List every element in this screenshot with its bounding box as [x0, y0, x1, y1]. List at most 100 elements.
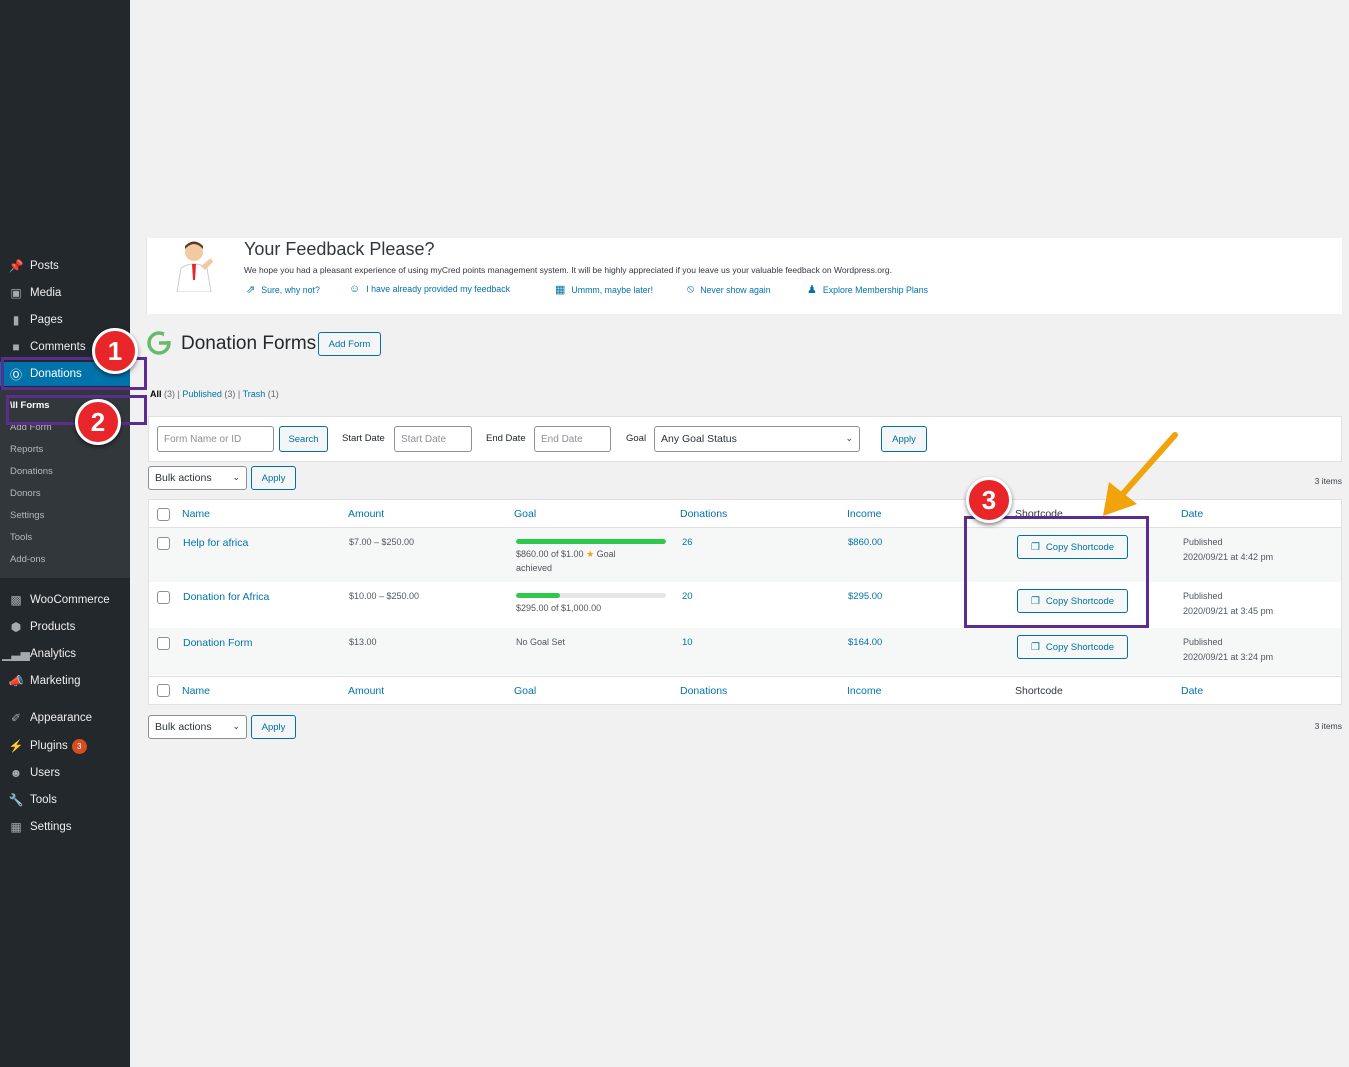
view-trash[interactable]: Trash	[243, 389, 266, 399]
feedback-later-link[interactable]: ▦ Ummm, maybe later!	[555, 283, 653, 296]
bulk-actions-select-bottom[interactable]: Bulk actions ⌄	[148, 715, 247, 739]
column-name-footer[interactable]: Name	[182, 685, 210, 697]
form-amount: $13.00	[349, 637, 377, 647]
row-checkbox[interactable]	[157, 637, 170, 650]
menu-woocommerce[interactable]: ▩ WooCommerce	[0, 588, 130, 612]
bulk-apply-button-top[interactable]: Apply	[251, 466, 296, 490]
column-amount[interactable]: Amount	[348, 508, 384, 520]
row-checkbox[interactable]	[157, 537, 170, 550]
link-label: Never show again	[700, 284, 771, 295]
menu-settings[interactable]: ▦ Settings	[0, 815, 130, 839]
column-income[interactable]: Income	[847, 508, 881, 520]
items-count-bottom: 3 items	[1314, 721, 1342, 731]
view-all[interactable]: All	[150, 389, 162, 399]
income-link[interactable]: $860.00	[848, 537, 882, 548]
goal-text: No Goal Set	[516, 637, 566, 647]
form-amount: $10.00 – $250.00	[349, 591, 420, 601]
menu-appearance[interactable]: ✐ Appearance	[0, 706, 130, 730]
select-all-checkbox[interactable]	[157, 508, 170, 521]
menu-products[interactable]: ⬢ Products	[0, 615, 130, 639]
form-status: Published	[1183, 637, 1223, 647]
goal-progress-fill	[516, 539, 666, 544]
bulk-actions-select-top[interactable]: Bulk actions ⌄	[148, 466, 247, 490]
submenu-tools[interactable]: Tools	[10, 532, 32, 543]
feedback-sure-link[interactable]: ⇗ Sure, why not?	[246, 283, 320, 296]
form-search-input[interactable]: Form Name or ID	[157, 426, 274, 452]
users-icon: ☻	[9, 766, 23, 780]
feedback-never-link[interactable]: ⦸ Never show again	[687, 283, 771, 296]
column-amount-footer[interactable]: Amount	[348, 685, 384, 697]
form-name-link[interactable]: Donation for Africa	[183, 591, 269, 603]
donations-count-link[interactable]: 26	[682, 537, 693, 548]
column-goal[interactable]: Goal	[514, 508, 536, 520]
menu-analytics[interactable]: ▁▃▅ Analytics	[0, 642, 130, 666]
bulk-actions-value: Bulk actions	[155, 472, 212, 484]
menu-users[interactable]: ☻ Users	[0, 761, 130, 785]
goal-text: $295.00 of $1,000.00	[516, 603, 602, 613]
copy-shortcode-label: Copy Shortcode	[1045, 641, 1115, 653]
goal-status-value: Any Goal Status	[661, 433, 737, 445]
column-name[interactable]: Name	[182, 508, 210, 520]
feedback-provided-link[interactable]: ☺ I have already provided my feedback	[349, 283, 510, 295]
copy-shortcode-button[interactable]: ❐ Copy Shortcode	[1017, 635, 1128, 659]
menu-marketing[interactable]: 📣 Marketing	[0, 669, 130, 693]
plugins-update-badge: 3	[71, 738, 87, 754]
menu-label: WooCommerce	[30, 594, 110, 606]
star-icon: ★	[586, 549, 595, 559]
search-button[interactable]: Search	[279, 426, 328, 452]
support-avatar-icon	[176, 241, 213, 292]
products-icon: ⬢	[10, 620, 22, 634]
filter-apply-button[interactable]: Apply	[881, 426, 927, 452]
chevron-down-icon: ⌄	[232, 720, 240, 731]
blank-area	[130, 0, 1349, 238]
media-icon: ▣	[10, 286, 22, 300]
highlight-shortcode	[964, 516, 1149, 628]
form-name-link[interactable]: Help for africa	[183, 537, 248, 549]
feedback-notice: Your Feedback Please? We hope you had a …	[146, 238, 1342, 314]
form-date: 2020/09/21 at 3:45 pm	[1183, 606, 1274, 616]
menu-tools[interactable]: 🔧 Tools	[0, 788, 130, 812]
table-row	[149, 528, 1341, 582]
select-all-checkbox-bottom[interactable]	[157, 684, 170, 697]
column-shortcode-footer: Shortcode	[1015, 685, 1063, 697]
submenu-donations[interactable]: Donations	[10, 466, 53, 477]
bulk-apply-button-bottom[interactable]: Apply	[251, 715, 296, 739]
form-status: Published	[1183, 537, 1223, 547]
column-donations-footer[interactable]: Donations	[680, 685, 727, 697]
row-checkbox[interactable]	[157, 591, 170, 604]
form-name-link[interactable]: Donation Form	[183, 637, 252, 649]
chevron-down-icon: ⌄	[232, 471, 240, 482]
add-form-button[interactable]: Add Form	[318, 332, 381, 356]
submenu-add-ons[interactable]: Add-ons	[10, 554, 45, 565]
donations-count-link[interactable]: 20	[682, 591, 693, 602]
donations-count-link[interactable]: 10	[682, 637, 693, 648]
income-link[interactable]: $295.00	[848, 591, 882, 602]
end-date-input[interactable]: End Date	[534, 426, 611, 452]
view-published[interactable]: Published	[182, 389, 222, 399]
column-date-footer[interactable]: Date	[1181, 685, 1203, 697]
goal-progress-bar	[516, 593, 666, 598]
items-count-top: 3 items	[1314, 476, 1342, 486]
column-donations[interactable]: Donations	[680, 508, 727, 520]
income-link[interactable]: $164.00	[848, 637, 882, 648]
column-income-footer[interactable]: Income	[847, 685, 881, 697]
view-published-count: (3)	[224, 389, 236, 399]
form-status: Published	[1183, 591, 1223, 601]
feedback-membership-link[interactable]: ♟ Explore Membership Plans	[807, 283, 928, 296]
submenu-reports[interactable]: Reports	[10, 444, 43, 455]
step-badge-1: 1	[92, 328, 138, 374]
column-goal-footer[interactable]: Goal	[514, 685, 536, 697]
bulk-actions-value: Bulk actions	[155, 721, 212, 733]
admin-sidebar: 📌 Posts ▣ Media ▮ Pages ■ Comments Ⓞ Donation…	[0, 0, 130, 1067]
submenu-settings[interactable]: Settings	[10, 510, 44, 521]
status-views: All (3) | Published (3) | Trash (1)	[150, 389, 279, 399]
goal-status-select[interactable]: Any Goal Status ⌄	[654, 426, 860, 452]
smile-icon: ☺	[349, 283, 361, 295]
menu-plugins[interactable]: ⚡ Plugins 3	[0, 734, 130, 758]
submenu-donors[interactable]: Donors	[10, 488, 41, 499]
donation-forms-table: Name Amount Goal Donations Income Shortc…	[148, 499, 1342, 705]
appearance-icon: ✐	[10, 711, 22, 725]
menu-posts[interactable]: 📌 Posts	[0, 254, 130, 278]
menu-media[interactable]: ▣ Media	[0, 281, 130, 305]
start-date-input[interactable]: Start Date	[394, 426, 472, 452]
